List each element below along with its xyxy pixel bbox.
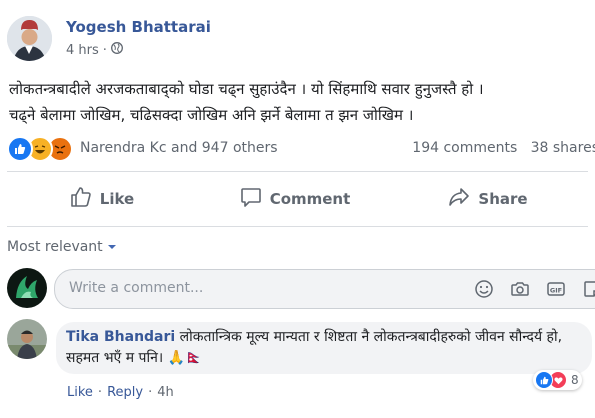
comment-button-label: Comment <box>269 190 351 208</box>
post-meta: 4 hrs · <box>66 42 123 58</box>
comment-composer[interactable]: Write a comment... GIF <box>54 269 595 309</box>
commenter-avatar[interactable] <box>7 319 47 359</box>
post-time[interactable]: 4 hrs <box>66 43 99 58</box>
comment-author-name[interactable]: Tika Bhandari <box>66 329 175 345</box>
like-button-label: Like <box>99 190 135 208</box>
thumbs-up-icon <box>70 186 92 212</box>
gif-label: GIF <box>550 286 562 294</box>
composer-icons: GIF <box>473 278 595 300</box>
post-author-name[interactable]: Yogesh Bhattarai <box>66 18 211 36</box>
like-reaction-icon <box>535 371 553 389</box>
comment-actions: Like · Reply · 4h <box>67 385 174 400</box>
comment-reaction-count: 8 <box>571 373 579 387</box>
share-arrow-icon <box>448 186 470 212</box>
reactors-summary[interactable]: Narendra Kc and 947 others <box>80 140 278 156</box>
comment-reactions[interactable]: 8 <box>533 370 582 390</box>
caret-down-icon <box>107 239 117 255</box>
share-button-label: Share <box>478 190 528 208</box>
like-reaction-icon <box>7 136 33 162</box>
comment-like-link[interactable]: Like <box>67 385 93 400</box>
emoji-icon[interactable] <box>473 278 495 300</box>
post-text-line: लोकतन्त्रबादीले अरजकताबाद्को घोडा चढ्न स… <box>9 80 484 98</box>
comments-count[interactable]: 194 comments <box>412 140 517 156</box>
comment-button[interactable]: Comment <box>200 176 390 222</box>
shares-count[interactable]: 38 shares <box>531 140 595 156</box>
divider <box>7 226 588 227</box>
globe-icon[interactable] <box>110 42 123 58</box>
comment-bubble: Tika Bhandari लोकतान्त्रिक मूल्य मान्यता… <box>56 322 592 374</box>
author-avatar[interactable] <box>7 16 52 61</box>
comment-reply-link[interactable]: Reply <box>107 385 143 400</box>
share-button[interactable]: Share <box>393 176 583 222</box>
comment-input[interactable]: Write a comment... <box>69 280 203 296</box>
engagement-counts: 194 comments 38 shares <box>412 140 595 156</box>
gif-icon[interactable]: GIF <box>545 278 567 300</box>
post-text: लोकतन्त्रबादीले अरजकताबाद्को घोडा चढ्न स… <box>9 76 589 128</box>
comment-time[interactable]: 4h <box>157 385 174 400</box>
sticker-icon[interactable] <box>581 278 595 300</box>
sort-label: Most relevant <box>7 239 103 255</box>
comment-sort-dropdown[interactable]: Most relevant <box>7 239 117 255</box>
reactions-summary[interactable] <box>7 136 73 162</box>
comment-bubble-icon <box>240 186 262 212</box>
current-user-avatar[interactable] <box>7 268 47 308</box>
camera-icon[interactable] <box>509 278 531 300</box>
like-button[interactable]: Like <box>7 176 197 222</box>
post-text-line: चढ्ने बेलामा जोखिम, चढिसक्दा जोखिम अनि झ… <box>9 106 414 124</box>
divider <box>7 171 588 172</box>
